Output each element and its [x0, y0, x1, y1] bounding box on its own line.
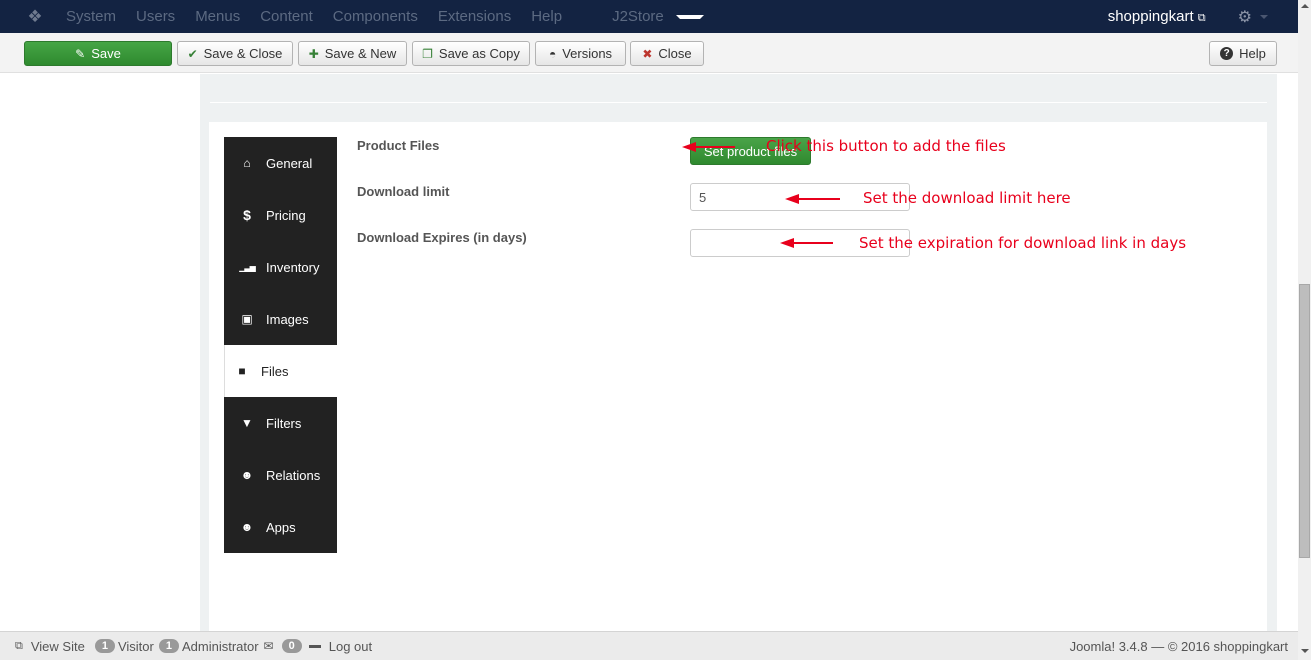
annotation-arrow — [682, 141, 735, 153]
messages-status[interactable]: ✉ 0 — [264, 639, 305, 653]
copy-icon: ❐ — [422, 46, 433, 61]
tab-label: Relations — [266, 467, 321, 483]
tab-general[interactable]: ⌂ General — [224, 137, 337, 189]
close-button[interactable]: ✖ Close — [630, 41, 704, 66]
files-panel: ⌂ General $ Pricing ▁▃▅ Inventory ▣ Images ■… — [209, 122, 1267, 632]
menu-j2store-label: J2Store — [612, 8, 664, 25]
visitor-label: Visitor — [117, 638, 154, 654]
tab-label: Files — [261, 363, 289, 379]
versions-label: Versions — [562, 46, 613, 61]
envelope-icon: ✉ — [263, 639, 274, 653]
save-new-label: Save & New — [324, 46, 397, 61]
close-icon: ✖ — [642, 46, 653, 61]
gear-icon[interactable]: ⚙ — [1238, 7, 1252, 27]
save-button[interactable]: ✎ Save — [24, 41, 172, 66]
help-icon: ? — [1220, 47, 1234, 60]
tab-label: Apps — [266, 519, 296, 535]
tab-inventory[interactable]: ▁▃▅ Inventory — [224, 241, 337, 293]
tab-label: Filters — [266, 415, 302, 431]
message-count-badge: 0 — [281, 639, 302, 653]
caret-down-icon — [1260, 14, 1268, 19]
tab-label: Pricing — [266, 207, 306, 223]
tab-relations[interactable]: ☻ Relations — [224, 449, 337, 501]
close-label: Close — [658, 46, 692, 61]
joomla-logo-icon[interactable]: ❖ — [20, 7, 50, 27]
scroll-thumb[interactable] — [1299, 284, 1310, 558]
scroll-down-icon[interactable] — [1301, 649, 1309, 653]
tab-label: Images — [266, 311, 309, 327]
logout-link[interactable]: Log out — [308, 638, 373, 654]
home-icon: ⌂ — [243, 156, 251, 170]
admin-label: Administrator — [181, 638, 259, 654]
main-menu: System Users Menus Content Components Ex… — [56, 8, 714, 25]
view-site-link[interactable]: ⧉ View Site — [15, 639, 85, 654]
archive-icon: ◓ — [548, 46, 557, 61]
tab-label: General — [266, 155, 313, 171]
versions-button[interactable]: ◓ Versions — [535, 41, 626, 66]
admin-count-badge: 1 — [158, 639, 179, 653]
menu-j2store[interactable]: J2Store — [592, 8, 714, 25]
annotation-note: Set the download limit here — [863, 189, 1071, 207]
tab-filters[interactable]: ▼ Filters — [224, 397, 337, 449]
help-button[interactable]: ? Help — [1209, 41, 1277, 66]
save-close-button[interactable]: ✔ Save & Close — [177, 41, 293, 66]
footer-copyright: Joomla! 3.4.8 — © 2016 shoppingkart — [1069, 639, 1288, 654]
menu-content[interactable]: Content — [250, 8, 323, 25]
tab-apps[interactable]: ☻ Apps — [224, 501, 337, 553]
page-scrollbar[interactable] — [1298, 0, 1311, 660]
menu-system[interactable]: System — [56, 8, 126, 25]
visitors-status: 1 Visitor — [94, 638, 154, 654]
annotation-arrow — [785, 193, 840, 205]
status-bar: ⧉ View Site 1 Visitor 1 Administrator ✉ 0 Lo… — [0, 631, 1298, 660]
users-icon: ☻ — [240, 468, 254, 482]
product-tabs: ⌂ General $ Pricing ▁▃▅ Inventory ▣ Images ■… — [224, 137, 337, 553]
annotation-note: Set the expiration for download link in … — [859, 234, 1187, 252]
filter-icon: ▼ — [241, 416, 253, 430]
download-expires-label: Download Expires (in days) — [357, 230, 527, 245]
menu-users[interactable]: Users — [126, 8, 185, 25]
image-icon: ▣ — [241, 312, 253, 326]
edit-icon: ✎ — [75, 46, 86, 61]
menu-menus[interactable]: Menus — [185, 8, 250, 25]
save-label: Save — [91, 46, 121, 61]
tab-pricing[interactable]: $ Pricing — [224, 189, 337, 241]
logout-label: Log out — [328, 638, 373, 654]
site-name: shoppingkart — [1107, 8, 1194, 25]
content-area: ⌂ General $ Pricing ▁▃▅ Inventory ▣ Images ■… — [200, 74, 1277, 632]
visitor-count-badge: 1 — [94, 639, 115, 653]
users-icon: ☻ — [240, 520, 254, 534]
toolbar: ✎ Save ✔ Save & Close ✚ Save & New ❐ Save as… — [0, 33, 1298, 73]
signal-icon: ▁▃▅ — [239, 262, 255, 272]
tab-files[interactable]: ■ Files — [224, 345, 337, 397]
menu-extensions[interactable]: Extensions — [428, 8, 521, 25]
top-navbar: ❖ System Users Menus Content Components … — [0, 0, 1298, 33]
save-new-button[interactable]: ✚ Save & New — [298, 41, 407, 66]
plus-icon: ✚ — [308, 46, 319, 61]
product-files-label: Product Files — [357, 138, 440, 153]
scroll-up-icon[interactable] — [1301, 4, 1309, 8]
menu-components[interactable]: Components — [323, 8, 428, 25]
check-icon: ✔ — [187, 46, 198, 61]
tab-images[interactable]: ▣ Images — [224, 293, 337, 345]
tab-label: Inventory — [266, 259, 320, 275]
external-link-icon: ⧉ — [15, 639, 23, 652]
left-column — [0, 74, 200, 632]
external-link-icon: ⧉ — [1197, 12, 1206, 24]
save-as-copy-button[interactable]: ❐ Save as Copy — [412, 41, 530, 66]
file-icon: ■ — [238, 364, 246, 378]
minus-icon — [308, 644, 321, 648]
download-limit-label: Download limit — [357, 184, 450, 199]
divider — [210, 102, 1267, 103]
site-link[interactable]: shoppingkart ⧉ — [1108, 8, 1206, 25]
dollar-icon: $ — [243, 207, 251, 223]
annotation-note: Click this button to add the files — [766, 137, 1006, 155]
admins-status: 1 Administrator — [158, 638, 259, 654]
caret-down-icon — [675, 15, 704, 20]
help-label: Help — [1239, 46, 1266, 61]
annotation-arrow — [780, 237, 833, 249]
save-copy-label: Save as Copy — [438, 46, 520, 61]
save-close-label: Save & Close — [203, 46, 283, 61]
menu-help[interactable]: Help — [521, 8, 572, 25]
view-site-label: View Site — [30, 638, 85, 654]
